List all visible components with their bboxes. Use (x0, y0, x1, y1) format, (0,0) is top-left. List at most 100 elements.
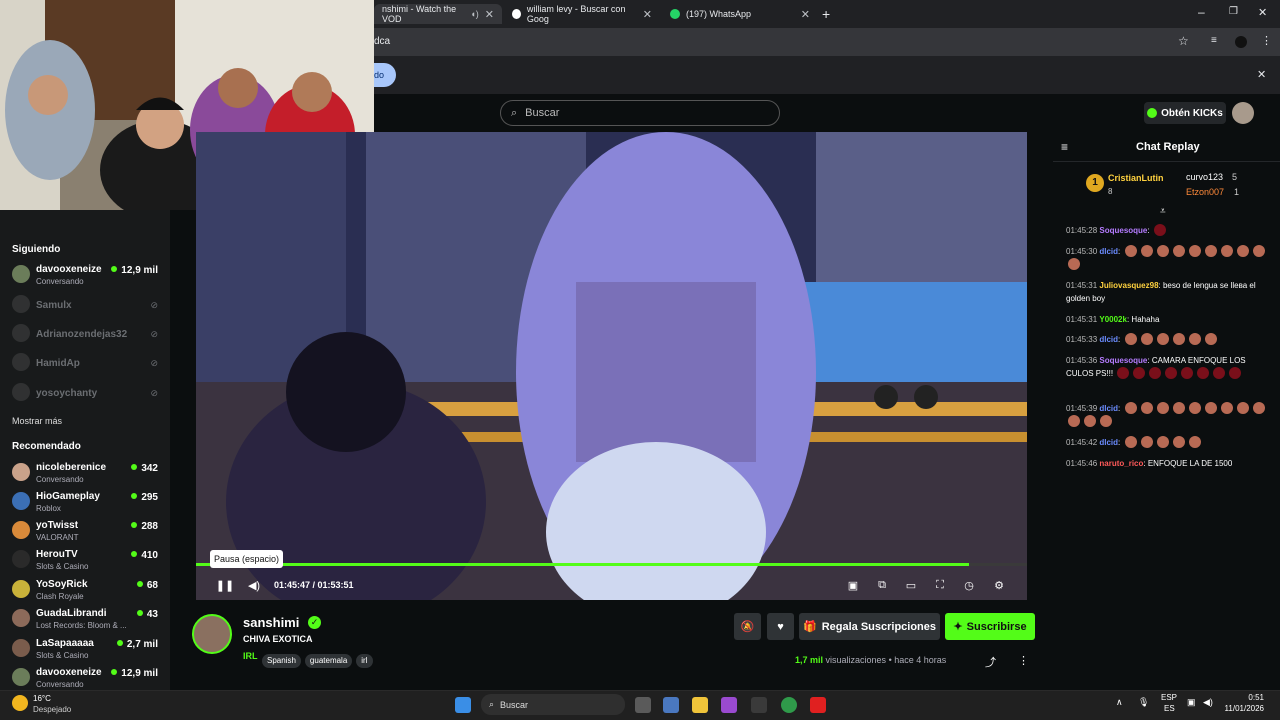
youtube-icon[interactable] (810, 697, 826, 713)
user-avatar[interactable] (1232, 102, 1254, 124)
subscribe-button[interactable]: ✦ Suscribirse (945, 613, 1035, 640)
collapse-chat-icon[interactable]: ≡ (1061, 140, 1068, 154)
sidebar-item-recommended[interactable]: LaSapaaaaa Slots & Casino 2,7 mil (12, 636, 162, 664)
new-tab-icon[interactable]: + (822, 6, 830, 22)
sidebar-item-following[interactable]: HamidAp ⊘ (12, 350, 162, 378)
bookmark-star-icon[interactable]: ☆ (1178, 34, 1189, 48)
sidebar-item-recommended[interactable]: HerouTV Slots & Casino 410 (12, 547, 162, 575)
close-tab-icon[interactable]: ✕ (485, 8, 494, 21)
message-user[interactable]: Soquesoque (1099, 356, 1147, 365)
chrome-icon[interactable] (781, 697, 797, 713)
sidebar-item-recommended[interactable]: HioGameplay Roblox 295 (12, 489, 162, 517)
message-text: Hahaha (1131, 315, 1160, 324)
settings-gear-icon[interactable]: ⚙ (992, 578, 1006, 592)
sidebar-item-following[interactable]: davooxeneize Conversando 12,9 mil (12, 262, 162, 290)
sidebar-item-recommended[interactable]: nicoleberenice Conversando 342 (12, 460, 162, 488)
menu-dots-icon[interactable]: ⋮ (1261, 34, 1272, 47)
viewer-count: 295 (131, 492, 158, 503)
fullscreen-icon[interactable]: ⛶ (933, 578, 947, 592)
taskbar-search[interactable]: ⌕ Buscar (481, 694, 625, 715)
speaker-icon[interactable]: ◖) (470, 9, 478, 19)
store-icon[interactable] (663, 697, 679, 713)
pip-icon[interactable]: ▣ (846, 578, 860, 592)
task-view-icon[interactable] (635, 697, 651, 713)
microphone-icon[interactable]: 🎙 (1138, 697, 1149, 708)
sidebar-item-following[interactable]: yosoychanty ⊘ (12, 380, 162, 408)
copilot-icon[interactable] (721, 697, 737, 713)
gifter-name[interactable]: Etzon007 (1186, 187, 1224, 197)
pause-button[interactable]: ❚❚ (216, 578, 234, 592)
clip-icon[interactable]: ⧉ (875, 578, 889, 592)
playback-speed-icon[interactable]: ◷ (962, 578, 976, 592)
message-user[interactable]: dlcid (1099, 247, 1118, 256)
url-text[interactable]: dca (374, 36, 390, 47)
sidebar-item-recommended[interactable]: davooxeneize Conversando 12,9 mil (12, 665, 162, 693)
close-window-icon[interactable]: ✕ (1258, 6, 1267, 19)
media-control-icon[interactable]: ≡ (1211, 35, 1217, 46)
language-region[interactable]: ES (1164, 704, 1175, 713)
close-infobar-icon[interactable]: ✕ (1257, 68, 1266, 81)
clock-time[interactable]: 0:51 (1224, 693, 1264, 702)
emote-icon (1188, 245, 1201, 257)
message-user[interactable]: Juliovasquez98 (1099, 281, 1158, 290)
tab-google[interactable]: william levy - Buscar con Goog ✕ (504, 4, 660, 24)
language-code[interactable]: ESP (1161, 693, 1177, 702)
top-gifter-name[interactable]: CristianLutin (1108, 173, 1164, 183)
maximize-icon[interactable]: ❐ (1229, 6, 1238, 17)
scroll-down-icon[interactable]: ⩡ (1160, 206, 1166, 217)
theater-mode-icon[interactable]: ▭ (904, 578, 918, 592)
avatar (12, 609, 30, 627)
profile-icon[interactable] (1235, 36, 1247, 48)
message-user[interactable]: dlcid (1099, 335, 1118, 344)
volume-tray-icon[interactable]: ◀) (1203, 697, 1213, 708)
file-explorer-icon[interactable] (692, 697, 708, 713)
message-user[interactable]: Soquesoque (1099, 226, 1147, 235)
gifter-name[interactable]: curvo123 (1186, 172, 1223, 182)
get-kicks-button[interactable]: Obtén KICKs (1144, 102, 1226, 124)
tag[interactable]: guatemala (304, 654, 353, 668)
tab-kick[interactable]: nshimi - Watch the VOD ◖) ✕ (374, 4, 502, 24)
windows-start-icon[interactable] (455, 697, 471, 713)
gift-subs-button[interactable]: 🎁 Regala Suscripciones (799, 613, 940, 640)
tag[interactable]: Spanish (262, 654, 301, 668)
sidebar-item-following[interactable]: Adrianozendejas32 ⊘ (12, 321, 162, 349)
avatar (12, 668, 30, 686)
avatar (12, 265, 30, 283)
emote-icon (1220, 402, 1233, 414)
volume-icon[interactable]: ◀) (247, 578, 261, 592)
tray-chevron-icon[interactable]: ∧ (1116, 697, 1123, 708)
clock-date[interactable]: 11/01/2026 (1224, 704, 1264, 713)
close-tab-icon[interactable]: ✕ (643, 8, 652, 21)
message-user[interactable]: Y0002k (1099, 315, 1127, 324)
seek-bar[interactable] (196, 563, 1027, 566)
follow-heart-button[interactable]: ♥ (767, 613, 794, 640)
channel-avatar[interactable] (192, 614, 232, 654)
minimize-icon[interactable]: – (1198, 5, 1205, 19)
app-icon[interactable] (751, 697, 767, 713)
channel-name[interactable]: sanshimi (243, 615, 299, 630)
emote-icon (1133, 367, 1146, 379)
more-options-icon[interactable]: ⋮ (1018, 654, 1029, 667)
sidebar-item-recommended[interactable]: YoSoyRick Clash Royale 68 (12, 577, 162, 605)
stream-category[interactable]: IRL (243, 651, 258, 661)
tag[interactable]: irl (356, 654, 373, 668)
tab-whatsapp[interactable]: (197) WhatsApp ✕ (662, 4, 818, 24)
whatsapp-icon (670, 9, 680, 19)
mute-notifications-button[interactable]: 🔕 (734, 613, 761, 640)
message-user[interactable]: naruto_rico (1099, 459, 1143, 468)
share-icon[interactable]: ⤴ (985, 654, 996, 670)
network-icon[interactable]: ▣ (1187, 697, 1196, 708)
show-more-link[interactable]: Mostrar más (12, 416, 62, 426)
channel-name: davooxeneize (36, 264, 102, 275)
emote-icon (1204, 245, 1217, 257)
close-tab-icon[interactable]: ✕ (801, 8, 810, 21)
sidebar-item-recommended[interactable]: yoTwisst VALORANT 288 (12, 518, 162, 546)
sidebar-item-following[interactable]: Samulx ⊘ (12, 292, 162, 320)
search-input[interactable]: ⌕ Buscar (500, 100, 780, 126)
message-user[interactable]: dlcid (1099, 404, 1118, 413)
message-user[interactable]: dlcid (1099, 438, 1118, 447)
emote-icon (1172, 402, 1185, 414)
sidebar-item-recommended[interactable]: GuadaLibrandi Lost Records: Bloom & ... … (12, 606, 162, 634)
search-icon: ⌕ (511, 106, 518, 119)
video-player[interactable] (196, 132, 1027, 600)
